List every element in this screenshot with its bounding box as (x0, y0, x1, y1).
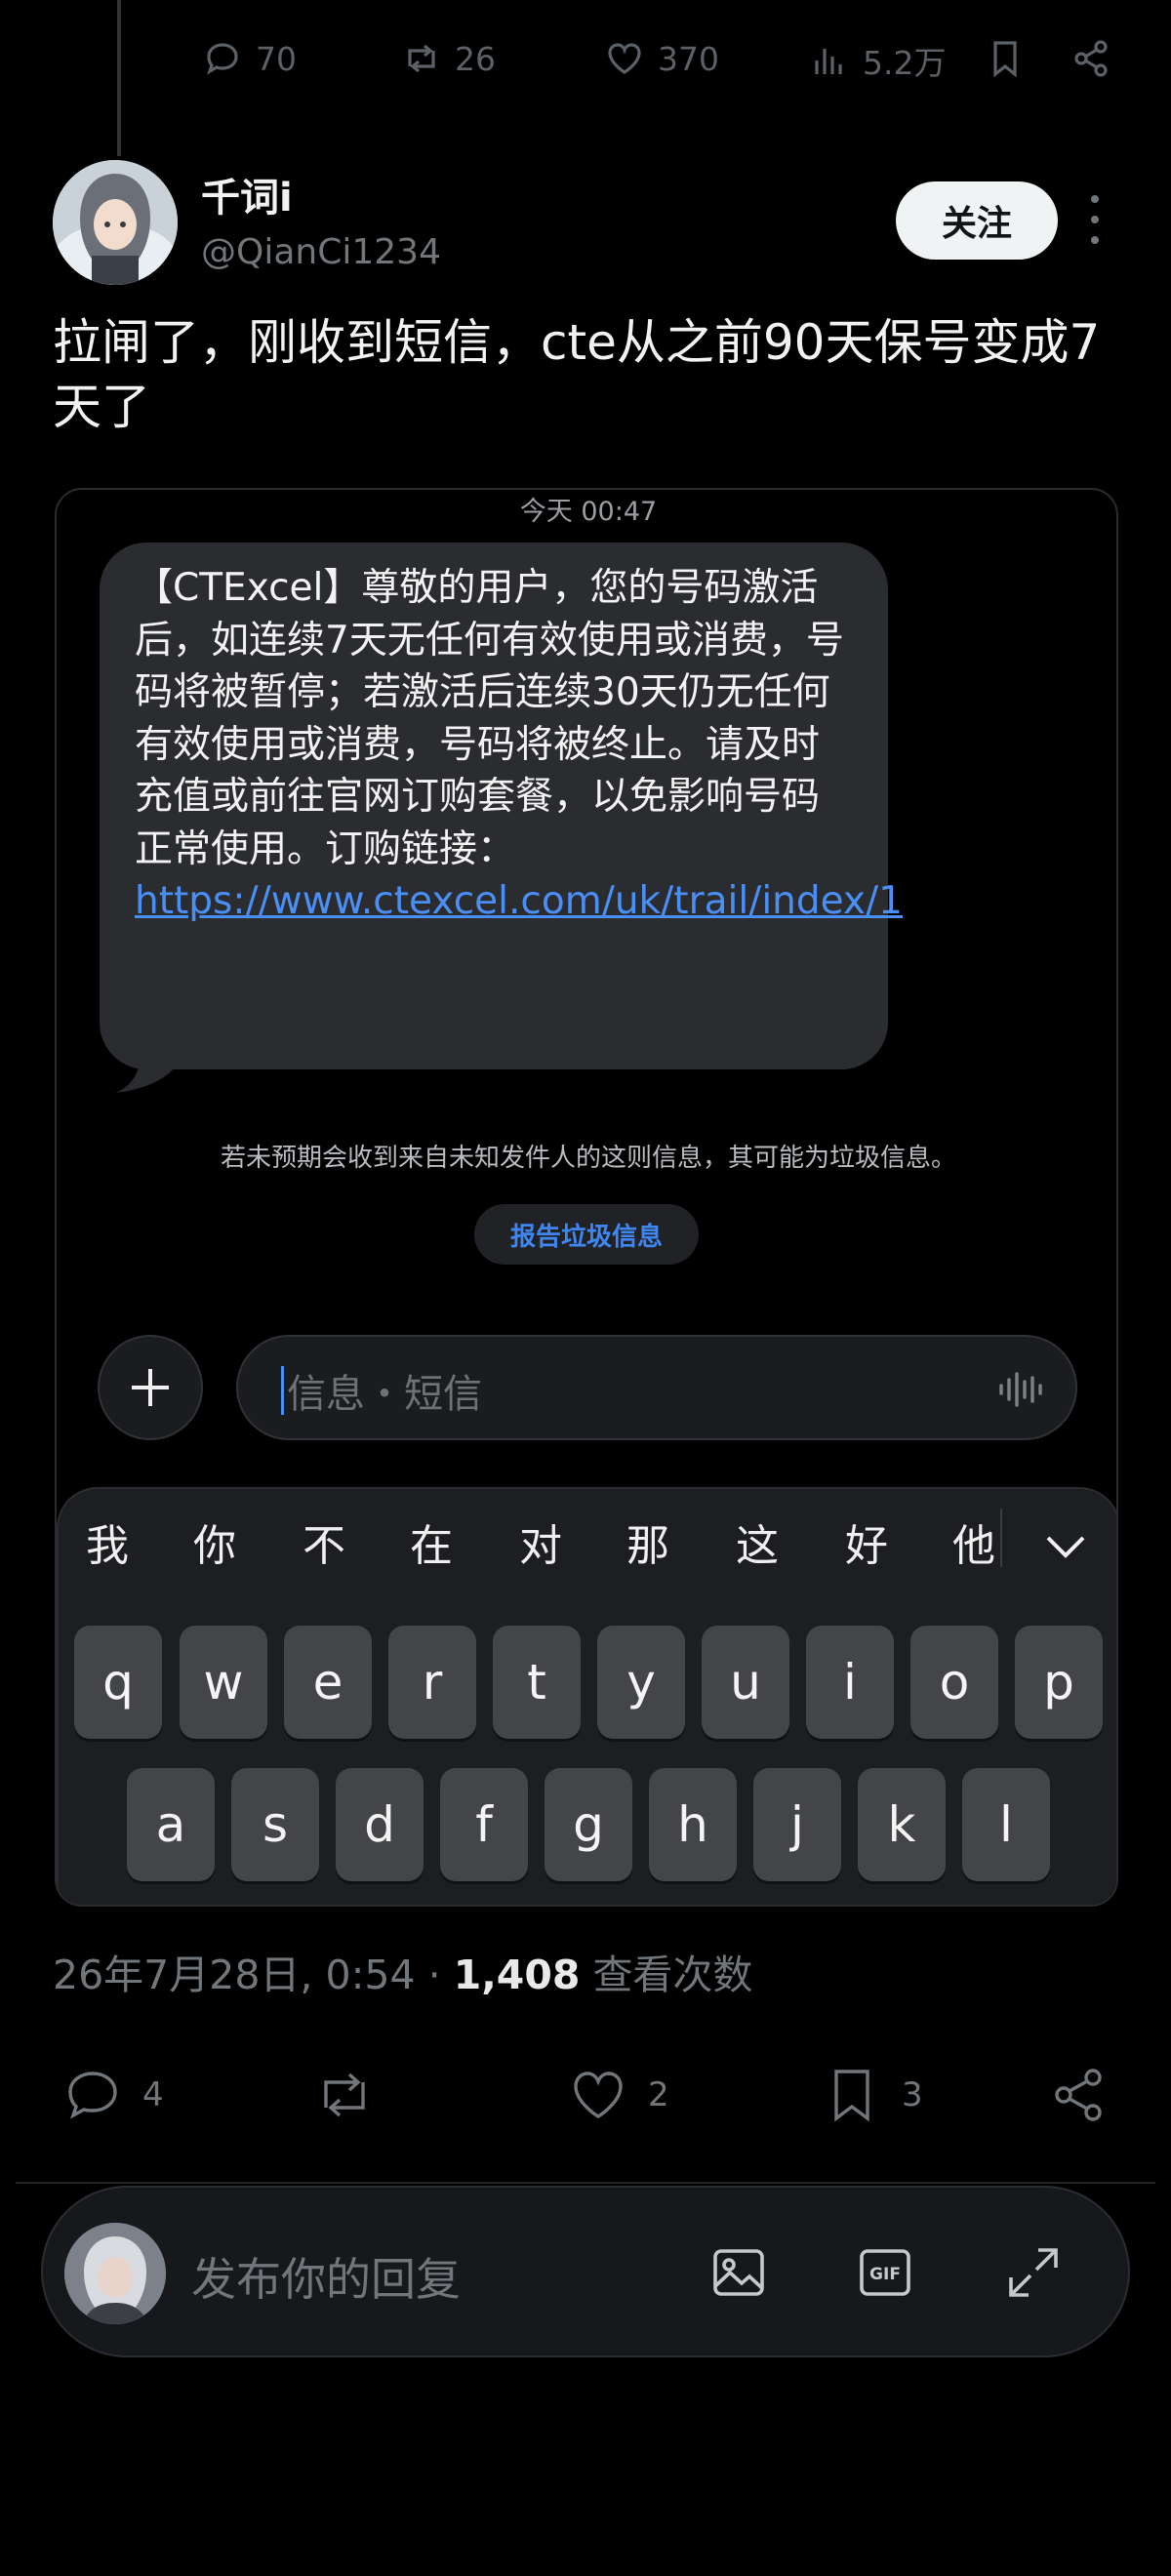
keyboard: 我 你 不 在 对 那 这 好 他 q w e r t y u i o p a … (57, 1487, 1116, 1905)
reply-count: 4 (142, 2075, 164, 2114)
key-j[interactable]: j (753, 1768, 841, 1881)
key-p[interactable]: p (1015, 1626, 1103, 1739)
candidate-word[interactable]: 我 (86, 1510, 129, 1573)
key-o[interactable]: o (910, 1626, 998, 1739)
views-icon (815, 49, 842, 74)
sms-message: 【CTExcel】尊敬的用户，您的号码激活后，如连续7天无任何有效使用或消费，号… (135, 566, 844, 871)
expand-icon[interactable] (1001, 2240, 1066, 2305)
candidate-word[interactable]: 对 (519, 1510, 562, 1573)
post-text: 拉闸了，刚收到短信，cte从之前90天保号变成7天了 (53, 314, 1101, 435)
like-action[interactable]: 370 (603, 37, 719, 80)
candidate-word[interactable]: 他 (952, 1510, 995, 1573)
author-name[interactable]: 千词i (201, 166, 293, 222)
sms-timestamp: 今天 00:47 (519, 497, 658, 527)
candidate-word[interactable]: 不 (303, 1510, 345, 1573)
key-g[interactable]: g (545, 1768, 632, 1881)
message-input[interactable]: 信息・短信 (236, 1335, 1077, 1440)
gif-icon[interactable]: GIF (853, 2240, 917, 2305)
post-date[interactable]: 26年7月28日, 0:54 (53, 1952, 416, 1998)
svg-text:GIF: GIF (869, 2265, 901, 2284)
key-f[interactable]: f (440, 1768, 528, 1881)
key-u[interactable]: u (702, 1626, 789, 1739)
bookmark-action[interactable] (984, 37, 1027, 80)
attached-screenshot[interactable]: 今天 00:47 【CTExcel】尊敬的用户，您的号码激活后，如连续7天无任何… (55, 488, 1118, 1907)
spam-notice: 若未预期会收到来自未知发件人的这则信息，其可能为垃圾信息。 (220, 1144, 956, 1173)
author-avatar[interactable] (53, 160, 178, 285)
key-i[interactable]: i (806, 1626, 894, 1739)
key-s[interactable]: s (231, 1768, 319, 1881)
key-q[interactable]: q (74, 1626, 162, 1739)
more-icon[interactable] (1085, 195, 1105, 244)
like-action[interactable]: 2 (566, 2063, 669, 2127)
repost-action[interactable]: 26 (400, 37, 496, 80)
views-count: 1,408 (453, 1952, 581, 1998)
bookmark-icon (834, 2070, 869, 2122)
reply-placeholder[interactable]: 发布你的回复 (191, 2244, 461, 2309)
candidate-word[interactable]: 好 (845, 1510, 888, 1573)
like-icon (574, 2072, 623, 2118)
image-icon[interactable] (707, 2240, 771, 2305)
views-count: 5.2万 (863, 44, 947, 82)
repost-action[interactable] (312, 2063, 377, 2127)
like-count: 370 (658, 39, 719, 78)
like-icon (608, 43, 641, 74)
key-y[interactable]: y (597, 1626, 685, 1739)
reply-composer[interactable]: 发布你的回复 GIF (41, 2186, 1130, 2357)
key-h[interactable]: h (649, 1768, 737, 1881)
views-action[interactable]: 5.2万 (808, 37, 946, 84)
key-t[interactable]: t (493, 1626, 581, 1739)
candidate-word[interactable]: 你 (193, 1510, 236, 1573)
reply-action[interactable]: 4 (61, 2063, 164, 2127)
message-placeholder: 信息・短信 (287, 1372, 482, 1417)
share-icon (1055, 2069, 1102, 2121)
reply-icon (207, 43, 238, 75)
key-l[interactable]: l (962, 1768, 1050, 1881)
candidate-divider (1000, 1509, 1002, 1567)
candidate-word[interactable]: 这 (736, 1510, 779, 1573)
key-e[interactable]: e (284, 1626, 372, 1739)
post-action-bar: 4 2 3 (0, 2057, 1171, 2135)
text-caret (281, 1366, 284, 1415)
sms-bubble: 【CTExcel】尊敬的用户，您的号码激活后，如连续7天无任何有效使用或消费，号… (100, 543, 903, 1069)
repost-icon (408, 44, 435, 73)
chevron-down-icon[interactable] (1042, 1532, 1089, 1561)
repost-icon (324, 2073, 365, 2117)
share-action[interactable] (1070, 37, 1112, 80)
like-count: 2 (648, 2075, 669, 2114)
key-a[interactable]: a (127, 1768, 215, 1881)
repost-count: 26 (455, 39, 496, 78)
user-avatar (64, 2223, 166, 2324)
reply-action[interactable]: 70 (201, 37, 297, 80)
bookmark-count: 3 (902, 2075, 923, 2114)
previous-post-actions: 70 26 370 5.2万 (0, 29, 1171, 98)
bookmark-action[interactable]: 3 (820, 2063, 923, 2127)
divider (16, 2182, 1155, 2184)
author-handle[interactable]: @QianCi1234 (201, 232, 441, 272)
share-icon (1074, 40, 1108, 77)
candidate-word[interactable]: 在 (410, 1510, 453, 1573)
share-action[interactable] (1046, 2063, 1110, 2127)
plus-button[interactable] (98, 1335, 203, 1440)
key-w[interactable]: w (180, 1626, 267, 1739)
bookmark-icon (993, 41, 1017, 78)
key-k[interactable]: k (858, 1768, 946, 1881)
reply-count: 70 (256, 39, 297, 78)
sms-link[interactable]: https://www.ctexcel.com/uk/trail/index/1 (135, 879, 903, 923)
report-spam-button[interactable]: 报告垃圾信息 (474, 1204, 699, 1265)
plus-icon (132, 1369, 169, 1406)
views-label: 查看次数 (592, 1952, 753, 1998)
waveform-icon[interactable] (997, 1370, 1046, 1409)
key-r[interactable]: r (388, 1626, 476, 1739)
candidate-word[interactable]: 那 (626, 1510, 669, 1573)
meta-separator: · (427, 1952, 441, 1998)
follow-button[interactable]: 关注 (896, 181, 1058, 260)
key-d[interactable]: d (336, 1768, 424, 1881)
reply-icon (68, 2072, 117, 2119)
post-meta: 26年7月28日, 0:54 · 1,408 查看次数 (53, 1942, 752, 2000)
